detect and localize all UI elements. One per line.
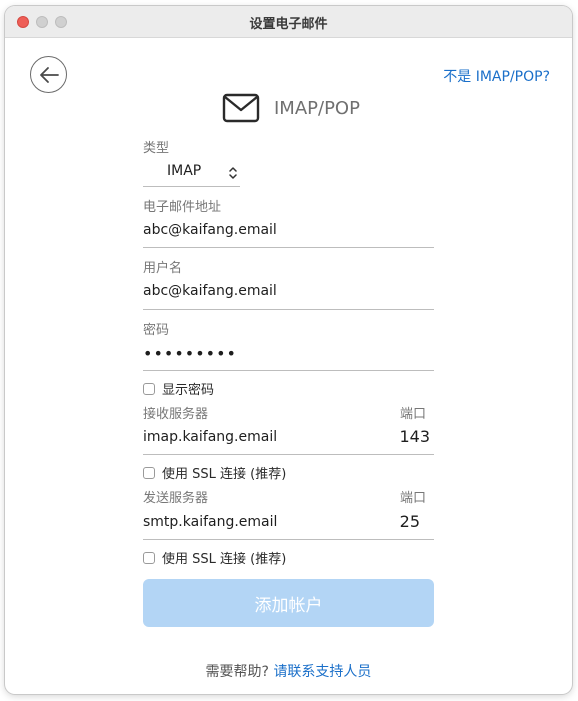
- show-password-checkbox-row[interactable]: 显示密码: [143, 379, 214, 398]
- incoming-ssl-checkbox[interactable]: [143, 466, 155, 479]
- title-bar: 设置电子邮件: [5, 6, 572, 38]
- incoming-port-field[interactable]: 143: [375, 427, 430, 446]
- email-label: 电子邮件地址: [143, 200, 222, 215]
- incoming-server-field[interactable]: imap.kaifang.email: [143, 429, 277, 445]
- incoming-underline: [143, 454, 434, 455]
- outgoing-port-label: 端口: [400, 491, 427, 506]
- incoming-port-label: 端口: [400, 407, 427, 422]
- arrow-left-icon: [39, 66, 59, 83]
- help-question: 需要帮助?: [205, 664, 269, 680]
- username-label: 用户名: [143, 261, 183, 276]
- updown-chevron-icon: [229, 167, 237, 179]
- protocol-title: IMAP/POP: [274, 97, 360, 119]
- help-line: 需要帮助? 请联系支持人员: [5, 661, 572, 681]
- show-password-label: 显示密码: [162, 383, 215, 398]
- outgoing-port-field[interactable]: 25: [375, 512, 420, 531]
- outgoing-underline: [143, 539, 434, 540]
- email-underline: [143, 247, 434, 248]
- incoming-server-label: 接收服务器: [143, 407, 209, 422]
- outgoing-ssl-label: 使用 SSL 连接 (推荐): [162, 552, 287, 567]
- contact-support-link[interactable]: 请联系支持人员: [273, 664, 371, 680]
- type-underline: [143, 186, 240, 187]
- password-field[interactable]: •••••••••: [143, 344, 237, 363]
- username-field[interactable]: abc@kaifang.email: [143, 283, 277, 299]
- incoming-ssl-label: 使用 SSL 连接 (推荐): [162, 467, 287, 482]
- setup-email-window: 设置电子邮件 不是 IMAP/POP? IMAP/POP 类型 IMAP 电子邮…: [5, 6, 572, 694]
- window-title: 设置电子邮件: [249, 17, 328, 32]
- outgoing-server-field[interactable]: smtp.kaifang.email: [143, 514, 277, 530]
- type-label: 类型: [143, 141, 170, 156]
- back-button[interactable]: [30, 56, 67, 93]
- add-account-button[interactable]: 添加帐户: [143, 579, 434, 627]
- outgoing-server-label: 发送服务器: [143, 491, 209, 506]
- protocol-header: IMAP/POP: [222, 93, 360, 123]
- outgoing-ssl-checkbox[interactable]: [143, 551, 155, 564]
- username-underline: [143, 309, 434, 310]
- not-imap-pop-link[interactable]: 不是 IMAP/POP?: [443, 66, 550, 86]
- password-label: 密码: [143, 323, 170, 338]
- envelope-icon: [222, 93, 260, 123]
- password-underline: [143, 370, 434, 371]
- outgoing-ssl-checkbox-row[interactable]: 使用 SSL 连接 (推荐): [143, 548, 286, 567]
- email-field[interactable]: abc@kaifang.email: [143, 222, 277, 238]
- type-select-value: IMAP: [167, 163, 202, 179]
- incoming-ssl-checkbox-row[interactable]: 使用 SSL 连接 (推荐): [143, 463, 286, 482]
- type-select[interactable]: IMAP: [143, 158, 240, 188]
- show-password-checkbox[interactable]: [143, 382, 155, 395]
